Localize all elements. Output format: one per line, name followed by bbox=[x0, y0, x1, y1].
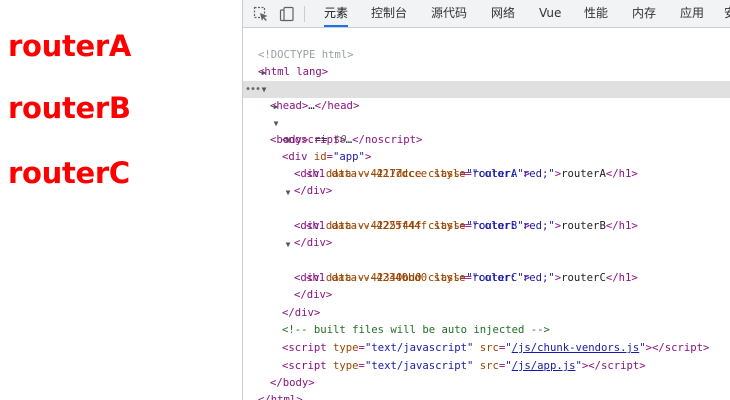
dom-node-script-vendors[interactable]: <script type="text/javascript" src="/js/… bbox=[243, 323, 730, 354]
elements-tree: <!DOCTYPE html> <html lang> ▶ <head>…</h… bbox=[243, 29, 730, 400]
dom-node-router-b-h1[interactable]: <h1 data-v-4225f44f style="color: red;">… bbox=[243, 201, 730, 232]
dom-node-router-c-close[interactable]: </div> bbox=[243, 270, 730, 301]
collapse-triangle-icon[interactable]: ▼ bbox=[259, 81, 269, 98]
rendered-page: routerA routerB routerC bbox=[0, 0, 242, 400]
tab-vue[interactable]: Vue bbox=[539, 0, 561, 27]
dom-node-html[interactable]: <html lang> bbox=[243, 47, 730, 78]
expand-triangle-icon[interactable]: ▶ bbox=[259, 64, 269, 81]
toolbar-separator bbox=[304, 6, 305, 22]
tab-performance[interactable]: 性能 bbox=[584, 0, 608, 27]
tab-application[interactable]: 应用 bbox=[680, 0, 704, 27]
heading-router-c: routerC bbox=[8, 156, 130, 190]
collapse-triangle-icon[interactable]: ▼ bbox=[283, 236, 293, 253]
inspect-element-icon[interactable] bbox=[252, 5, 270, 23]
dom-node-doctype[interactable]: <!DOCTYPE html> bbox=[243, 30, 730, 61]
collapse-triangle-icon[interactable]: ▼ bbox=[271, 115, 281, 132]
dom-node-html-close[interactable]: </html> bbox=[243, 375, 730, 400]
collapse-triangle-icon[interactable]: ▼ bbox=[283, 132, 293, 149]
dom-node-router-c-div[interactable]: ▼ <div data-v-42340bd0 class="routerC"> bbox=[243, 236, 730, 284]
dom-node-body-selected[interactable]: ••• ▼ <body> == $0 bbox=[243, 81, 730, 146]
dom-node-router-b-close[interactable]: </div> bbox=[243, 218, 730, 249]
dom-node-body-close[interactable]: </body> bbox=[243, 358, 730, 389]
tab-console[interactable]: 控制台 bbox=[371, 0, 407, 27]
dom-node-router-c-h1[interactable]: <h1 data-v-42340bd0 style="color: red;">… bbox=[243, 253, 730, 284]
device-toolbar-icon[interactable] bbox=[278, 5, 296, 23]
dom-node-noscript[interactable]: ▶ <noscript>…</noscript> bbox=[243, 98, 730, 146]
heading-router-b: routerB bbox=[8, 91, 131, 125]
tab-memory[interactable]: 内存 bbox=[632, 0, 656, 27]
heading-router-a: routerA bbox=[8, 29, 132, 63]
dom-node-router-a-h1[interactable]: <h1 data-v-4217dcce style="color: red;">… bbox=[243, 149, 730, 180]
devtools-toolbar: 元素 控制台 源代码 网络 Vue 性能 内存 应用 安 bbox=[243, 0, 730, 28]
tab-elements[interactable]: 元素 bbox=[324, 0, 349, 27]
devtools-panel: 元素 控制台 源代码 网络 Vue 性能 内存 应用 安 <!DOCTYPE h… bbox=[242, 0, 730, 400]
tab-security[interactable]: 安 bbox=[724, 0, 730, 27]
dom-node-comment[interactable]: <!-- built files will be auto injected -… bbox=[243, 305, 730, 336]
dom-node-app-div-close[interactable]: </div> bbox=[243, 288, 730, 319]
expand-triangle-icon[interactable]: ▶ bbox=[271, 98, 281, 115]
collapse-triangle-icon[interactable]: ▼ bbox=[283, 184, 293, 201]
more-options-icon[interactable]: ••• bbox=[245, 81, 261, 98]
dom-node-app-div[interactable]: ▼ <div id="app"> bbox=[243, 115, 730, 163]
dom-node-router-a-div[interactable]: ▼ <div data-v-4217dcce class="routerA"> bbox=[243, 132, 730, 180]
dom-node-router-b-div[interactable]: ▼ <div data-v-4225f44f class="routerB"> bbox=[243, 184, 730, 232]
tab-sources[interactable]: 源代码 bbox=[431, 0, 467, 27]
dom-node-router-a-close[interactable]: </div> bbox=[243, 166, 730, 197]
tab-network[interactable]: 网络 bbox=[491, 0, 515, 27]
dom-node-head[interactable]: ▶ <head>…</head> bbox=[243, 64, 730, 112]
dom-node-script-app[interactable]: <script type="text/javascript" src="/js/… bbox=[243, 341, 730, 372]
